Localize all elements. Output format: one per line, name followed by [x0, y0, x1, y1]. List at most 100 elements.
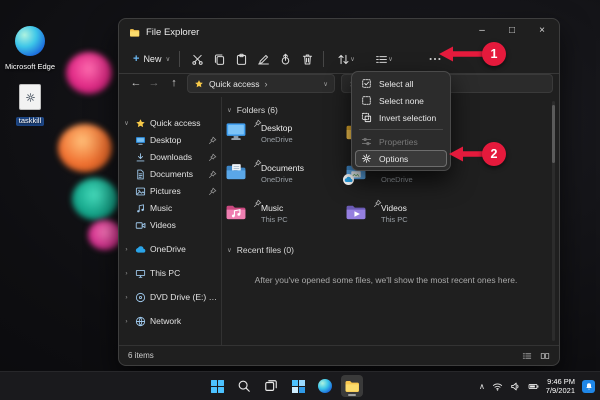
chevron-right-icon[interactable]: › — [122, 294, 131, 301]
sidebar-item-network[interactable]: › Network — [122, 313, 219, 329]
desktop-icon-label: Microsoft Edge — [5, 63, 55, 72]
taskbar-edge-button[interactable] — [314, 375, 336, 397]
wallpaper-shape — [58, 124, 112, 172]
folder-tile-documents[interactable]: Documents OneDrive — [225, 159, 339, 195]
task-view-icon — [264, 379, 278, 393]
sidebar-item-quick-access[interactable]: ∨ Quick access — [122, 115, 219, 131]
menu-item-select-none[interactable]: Select none — [355, 92, 447, 109]
chevron-right-icon[interactable]: › — [122, 270, 131, 277]
forward-button[interactable]: → — [145, 74, 163, 93]
chevron-down-icon: ∨ — [165, 55, 170, 63]
chevron-right-icon[interactable]: › — [122, 246, 131, 253]
minimize-button[interactable]: – — [467, 19, 497, 43]
invert-selection-icon — [361, 112, 372, 123]
address-dropdown-icon[interactable]: ∨ — [323, 80, 328, 88]
plus-icon: + — [133, 53, 139, 65]
folder-tile-music[interactable]: Music This PC — [225, 199, 339, 235]
up-button[interactable]: ↑ — [165, 74, 183, 93]
folders-section-header[interactable]: ∨ Folders (6) — [227, 105, 278, 115]
large-icons-view-icon[interactable] — [540, 351, 550, 361]
documents-folder-icon — [225, 161, 247, 183]
clock-time: 9:46 PM — [546, 377, 575, 386]
scrollbar[interactable] — [552, 101, 555, 341]
rename-button[interactable] — [253, 49, 273, 69]
wallpaper-shape — [66, 52, 112, 94]
pin-icon — [208, 153, 217, 162]
menu-separator — [359, 129, 443, 130]
volume-icon[interactable] — [510, 381, 521, 392]
new-button[interactable]: + New ∨ — [127, 48, 176, 70]
address-bar[interactable]: Quick access › ∨ — [187, 74, 335, 93]
folder-tile-desktop[interactable]: Desktop OneDrive — [225, 119, 339, 155]
recent-files-section-header[interactable]: ∨ Recent files (0) — [227, 245, 294, 255]
documents-icon — [135, 169, 146, 180]
sidebar-item-pictures[interactable]: Pictures — [122, 183, 219, 199]
battery-icon[interactable] — [528, 381, 539, 392]
notification-badge[interactable] — [582, 380, 595, 393]
back-button[interactable]: ← — [127, 74, 145, 93]
share-button[interactable] — [275, 49, 295, 69]
sidebar-item-desktop[interactable]: Desktop — [122, 132, 219, 148]
menu-item-options[interactable]: Options — [355, 150, 447, 167]
annotation-step-1: 1 — [482, 42, 506, 66]
desktop-icon-taskkill[interactable]: taskkill — [2, 84, 58, 128]
cloud-icon — [344, 175, 353, 184]
desktop-icon-edge[interactable]: Microsoft Edge — [2, 26, 58, 74]
task-view-button[interactable] — [260, 375, 282, 397]
sort-icon — [337, 53, 350, 66]
see-more-menu: Select all Select none Invert selection … — [351, 71, 451, 171]
active-app-indicator — [348, 394, 356, 396]
folder-tile-videos[interactable]: Videos This PC — [345, 199, 459, 235]
select-all-icon — [361, 78, 372, 89]
widgets-button[interactable] — [287, 375, 309, 397]
annotation-step-2: 2 — [482, 142, 506, 166]
sidebar-item-dvd-drive[interactable]: › DVD Drive (E:) ESD-I — [122, 289, 219, 305]
sort-button[interactable]: ∨ — [331, 49, 361, 69]
dvd-icon — [135, 292, 146, 303]
taskbar-clock[interactable]: 9:46 PM 7/9/2021 — [546, 377, 575, 395]
taskbar: ∧ 9:46 PM 7/9/2021 — [0, 371, 600, 400]
star-icon — [135, 118, 146, 129]
pin-icon — [208, 170, 217, 179]
annotation-arrow-2 — [448, 146, 486, 162]
menu-item-select-all[interactable]: Select all — [355, 75, 447, 92]
file-explorer-icon — [344, 378, 360, 394]
sidebar-item-videos[interactable]: Videos — [122, 217, 219, 233]
wifi-icon[interactable] — [492, 381, 503, 392]
desktop-icon-label: taskkill — [16, 117, 45, 126]
chevron-right-icon[interactable]: › — [122, 318, 131, 325]
options-gear-icon — [361, 153, 372, 164]
paste-button[interactable] — [231, 49, 251, 69]
taskbar-search-button[interactable] — [233, 375, 255, 397]
cut-button[interactable] — [187, 49, 207, 69]
folder-icon — [129, 27, 140, 38]
window-title: File Explorer — [146, 27, 199, 38]
view-button[interactable]: ∨ — [369, 49, 399, 69]
pictures-icon — [135, 186, 146, 197]
widgets-icon — [292, 380, 305, 393]
sidebar-item-music[interactable]: Music — [122, 200, 219, 216]
sidebar-item-documents[interactable]: Documents — [122, 166, 219, 182]
start-button[interactable] — [206, 375, 228, 397]
menu-item-invert-selection[interactable]: Invert selection — [355, 109, 447, 126]
sidebar-item-this-pc[interactable]: › This PC — [122, 265, 219, 281]
edge-icon — [318, 379, 332, 393]
taskbar-file-explorer-button[interactable] — [341, 375, 363, 397]
onedrive-icon — [135, 244, 146, 255]
windows-logo-icon — [211, 380, 224, 393]
delete-button[interactable] — [297, 49, 317, 69]
copy-icon — [213, 53, 226, 66]
clock-date: 7/9/2021 — [546, 386, 575, 395]
sidebar-item-downloads[interactable]: Downloads — [122, 149, 219, 165]
details-view-icon[interactable] — [522, 351, 532, 361]
music-icon — [135, 203, 146, 214]
sidebar-item-onedrive[interactable]: › OneDrive — [122, 241, 219, 257]
breadcrumb[interactable]: Quick access — [209, 79, 260, 89]
scrollbar-thumb[interactable] — [552, 105, 555, 163]
copy-button[interactable] — [209, 49, 229, 69]
maximize-button[interactable]: □ — [497, 19, 527, 43]
chevron-down-icon[interactable]: ∨ — [122, 119, 131, 127]
hidden-icons-chevron[interactable]: ∧ — [479, 382, 485, 391]
videos-folder-icon — [345, 201, 367, 223]
close-button[interactable]: × — [527, 19, 557, 43]
